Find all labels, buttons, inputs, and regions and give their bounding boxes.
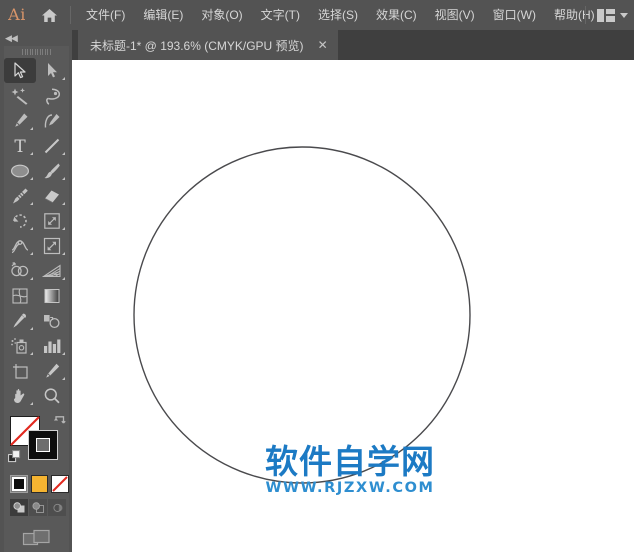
mesh-tool[interactable] — [4, 283, 36, 308]
tools-panel-body: T — [4, 46, 70, 552]
document-tab[interactable]: 未标题-1* @ 193.6% (CMYK/GPU 预览) ✕ — [78, 30, 338, 60]
app-logo: Ai — [8, 5, 26, 24]
line-segment-tool[interactable] — [36, 133, 68, 158]
magic-wand-tool[interactable] — [4, 83, 36, 108]
fill-stroke-controls — [4, 414, 69, 470]
eraser-tool[interactable] — [36, 183, 68, 208]
tools-panel-header: ◀◀ — [0, 30, 72, 46]
menu-effect[interactable]: 效果(C) — [367, 0, 426, 30]
tool-flyout-icon[interactable] — [62, 77, 65, 80]
swap-fill-stroke-icon[interactable] — [53, 415, 66, 433]
tool-flyout-icon[interactable] — [62, 252, 65, 255]
lasso-tool[interactable] — [36, 83, 68, 108]
draw-behind-button[interactable] — [29, 499, 47, 516]
slice-tool[interactable] — [36, 358, 68, 383]
scale-tool[interactable] — [36, 208, 68, 233]
draw-mode-buttons — [4, 499, 69, 516]
menu-divider — [70, 6, 71, 24]
default-fill-stroke-icon[interactable] — [8, 450, 21, 468]
svg-text:T: T — [14, 137, 26, 155]
document-tab-bar: 未标题-1* @ 193.6% (CMYK/GPU 预览) ✕ — [72, 30, 634, 60]
artboard-tool[interactable] — [4, 358, 36, 383]
tool-flyout-icon[interactable] — [30, 402, 33, 405]
gradient-tool[interactable] — [36, 283, 68, 308]
stroke-swatch[interactable] — [28, 430, 58, 460]
curvature-tool[interactable] — [36, 108, 68, 133]
menu-type[interactable]: 文字(T) — [252, 0, 309, 30]
menu-select[interactable]: 选择(S) — [309, 0, 367, 30]
zoom-tool[interactable] — [36, 383, 68, 408]
tool-flyout-icon[interactable] — [30, 152, 33, 155]
illustrator-window: Ai 文件(F) 编辑(E) 对象(O) 文字(T) 选择(S) 效果(C) 视… — [0, 0, 634, 552]
workspace-layout-icon — [597, 8, 615, 22]
perspective-grid-tool[interactable] — [36, 258, 68, 283]
document-tab-title: 未标题-1* @ 193.6% (CMYK/GPU 预览) — [90, 38, 304, 53]
ellipse-tool[interactable] — [4, 158, 36, 183]
tool-flyout-icon[interactable] — [62, 177, 65, 180]
workspace-divider — [585, 6, 586, 24]
menu-window[interactable]: 窗口(W) — [484, 0, 545, 30]
chevron-down-icon[interactable] — [620, 12, 628, 18]
shaper-tool[interactable] — [4, 183, 36, 208]
tool-flyout-icon[interactable] — [62, 277, 65, 280]
ellipse-shape[interactable] — [72, 60, 634, 552]
tool-flyout-icon[interactable] — [30, 252, 33, 255]
tool-flyout-icon[interactable] — [30, 227, 33, 230]
selection-tool[interactable] — [4, 58, 36, 83]
menu-object[interactable]: 对象(O) — [192, 0, 251, 30]
tool-flyout-icon[interactable] — [30, 127, 33, 130]
tool-flyout-icon[interactable] — [30, 277, 33, 280]
hand-tool[interactable] — [4, 383, 36, 408]
change-screen-mode-button[interactable] — [4, 528, 69, 550]
draw-inside-button[interactable] — [48, 499, 66, 516]
paintbrush-tool[interactable] — [36, 158, 68, 183]
none-swatch[interactable] — [51, 475, 70, 493]
tool-flyout-icon[interactable] — [62, 152, 65, 155]
tool-grid: T — [4, 58, 69, 408]
direct-selection-tool[interactable] — [36, 58, 68, 83]
close-icon[interactable]: ✕ — [318, 39, 328, 51]
draw-normal-button[interactable] — [10, 499, 28, 516]
tool-flyout-icon[interactable] — [62, 227, 65, 230]
tool-flyout-icon[interactable] — [30, 352, 33, 355]
menu-file[interactable]: 文件(F) — [77, 0, 134, 30]
menu-edit[interactable]: 编辑(E) — [134, 0, 192, 30]
tool-flyout-icon[interactable] — [30, 327, 33, 330]
panel-gripper[interactable] — [4, 46, 69, 58]
menu-view[interactable]: 视图(V) — [426, 0, 484, 30]
home-icon[interactable] — [34, 0, 64, 30]
column-graph-tool[interactable] — [36, 333, 68, 358]
blend-tool[interactable] — [36, 308, 68, 333]
rotate-tool[interactable] — [4, 208, 36, 233]
eyedropper-tool[interactable] — [4, 308, 36, 333]
tool-flyout-icon[interactable] — [62, 377, 65, 380]
type-tool[interactable]: T — [4, 133, 36, 158]
menu-bar: Ai 文件(F) 编辑(E) 对象(O) 文字(T) 选择(S) 效果(C) 视… — [0, 0, 634, 30]
menu-item-list: 文件(F) 编辑(E) 对象(O) 文字(T) 选择(S) 效果(C) 视图(V… — [77, 0, 604, 30]
tool-flyout-icon[interactable] — [62, 352, 65, 355]
color-swatch[interactable] — [10, 475, 28, 493]
pen-tool[interactable] — [4, 108, 36, 133]
collapse-panel-icon[interactable]: ◀◀ — [5, 32, 18, 44]
workspace-switcher[interactable] — [579, 0, 628, 30]
gradient-swatch[interactable] — [30, 475, 49, 493]
width-tool[interactable] — [4, 233, 36, 258]
color-mode-swatches — [4, 475, 70, 493]
tool-flyout-icon[interactable] — [62, 202, 65, 205]
free-transform-tool[interactable] — [36, 233, 68, 258]
canvas[interactable]: 软件自学网 WWW.RJZXW.COM — [72, 60, 634, 552]
tools-panel: ◀◀ T — [0, 30, 72, 552]
tool-flyout-icon[interactable] — [30, 202, 33, 205]
symbol-sprayer-tool[interactable] — [4, 333, 36, 358]
tool-flyout-icon[interactable] — [30, 177, 33, 180]
shape-builder-tool[interactable] — [4, 258, 36, 283]
